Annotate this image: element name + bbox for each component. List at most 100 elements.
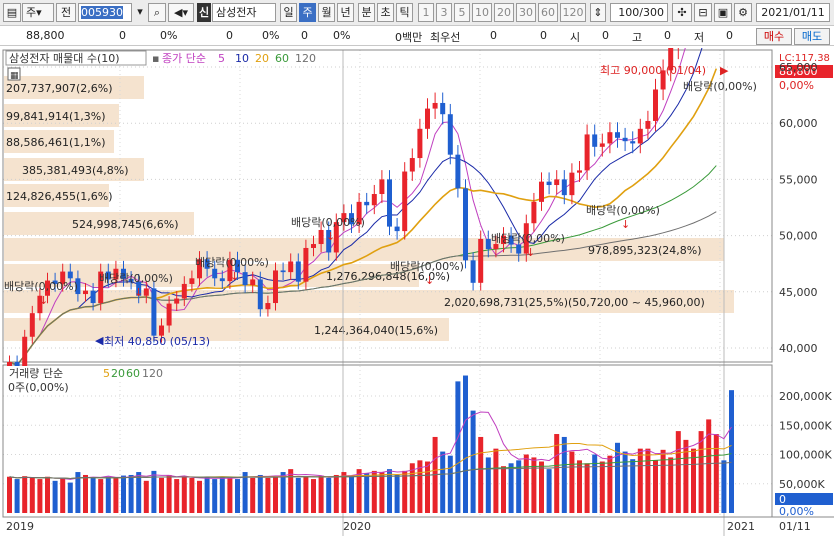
period-tick[interactable]: 틱 [396,3,413,22]
candle-body [394,226,400,232]
volume-bar [265,477,271,513]
period-day[interactable]: 일 [280,3,297,22]
candle-body [622,137,628,142]
volume-bar [197,480,202,513]
jeon-button[interactable]: 전 [56,3,76,22]
candle-body [554,179,560,186]
candle-body [371,194,377,206]
quote-field: 0 [119,29,126,42]
volume-profile-label: 524,998,745(6,6%) [72,218,179,231]
volume-bar [523,454,529,513]
speaker-icon[interactable]: ◀▾ [168,3,194,22]
type-select[interactable]: 주▾ [22,3,54,22]
candle-body [653,89,658,121]
date-input[interactable]: 2021/01/11 [756,3,830,22]
num-button[interactable]: 20 [494,3,514,22]
volume-bar [478,436,484,513]
period-second[interactable]: 초 [377,3,394,22]
volume-profile-label: 99,841,914(1,3%) [6,110,106,123]
volume-bar [45,476,50,513]
candle-body [151,288,157,336]
spin-icon[interactable]: ⇕ [590,3,606,22]
candle-body [257,279,263,310]
candle-body [364,201,370,206]
vma120-legend: 120 [142,367,163,380]
num-button[interactable]: 30 [516,3,536,22]
volume-profile-label: 385,381,493(4,8%) [22,164,129,177]
volume-bar [14,479,20,513]
num-button[interactable]: 5 [454,3,470,22]
current-volume-pct: 0,00% [779,505,814,518]
candle-body [265,303,271,310]
volume-bar [539,461,544,513]
candle-body [379,179,385,195]
high-value: 0 [664,29,671,42]
volume-bar [379,472,385,513]
code-input[interactable]: 005930 [78,3,132,22]
volume-bar [675,431,681,513]
settings-icon[interactable]: ⚙ [734,3,752,22]
candle-body [189,278,195,284]
num-button[interactable]: 60 [538,3,558,22]
dividend-arrow: ↓ [621,218,630,231]
quote-volume: 0백만 [395,31,423,44]
chart-area[interactable]: 207,737,907(2,6%) 99,841,914(1,3%) 88,586,… [0,0,834,536]
open-value: 0 [602,29,609,42]
buy-button[interactable]: 매수 [756,28,792,45]
volume-bar [280,472,286,513]
dividend-label: 배당락(0,00%) [683,80,757,93]
quote-field: 0% [333,29,351,42]
volume-info: 0주(0,00%) [8,381,69,394]
volume-bar [394,474,400,513]
cross-icon[interactable]: ✣ [672,3,692,22]
search-icon[interactable]: ⌕ [148,3,166,22]
bid-value: 0 [490,29,497,42]
num-button[interactable]: 10 [472,3,492,22]
period-minute[interactable]: 분 [358,3,375,22]
volume-bar [333,474,339,513]
volume-tick-label: 50,000K [779,478,825,491]
window-menu-icon[interactable]: ▤ [3,3,21,22]
volume-bar [257,474,263,513]
period-year[interactable]: 년 [337,3,354,22]
period-week[interactable]: 주 [299,3,316,22]
volume-bar [37,479,43,513]
ma-label: 종가 단순 [162,52,206,65]
num-button[interactable]: 3 [436,3,452,22]
ma20-legend: 20 [255,52,269,65]
volume-bar [159,477,164,513]
candle-body [440,102,446,115]
volume-bar [653,460,658,513]
volume-bar [121,475,126,513]
count-input[interactable]: 100/300 [610,3,668,22]
chart-icon[interactable]: ⊟ [694,3,712,22]
num-button[interactable]: 1 [418,3,434,22]
num-button[interactable]: 120 [560,3,586,22]
dividend-arrow: ↓ [134,286,143,299]
volume-bar [90,477,96,513]
candle-body [250,279,256,286]
volume-bar [22,476,28,513]
code-dropdown-icon[interactable]: ▾ [133,3,147,22]
volume-bar [52,480,58,513]
quote-field: 0% [262,29,280,42]
candle-body [470,260,476,283]
volume-bar [174,479,180,513]
ma10-legend: 10 [235,52,249,65]
volume-profile-label: 2,020,698,731(25,5%)(50,720,00 ~ 45,960,… [444,296,705,309]
chart-canvas[interactable]: 207,737,907(2,6%) 99,841,914(1,3%) 88,586,… [0,0,834,536]
price-tick-label: 60,000 [779,117,818,130]
candle-body [181,283,187,299]
period-month[interactable]: 월 [318,3,335,22]
volume-bar [250,477,256,513]
sell-button[interactable]: 매도 [794,28,830,45]
volume-bar [485,457,491,513]
candle-body [288,261,294,273]
dividend-label: 배당락(0,00%) [291,216,365,229]
volume-bar [7,476,12,513]
volume-bar [622,451,628,513]
volume-bar [637,448,643,513]
dividend-arrow: ↓ [230,270,239,283]
save-icon[interactable]: ▣ [714,3,732,22]
candle-body [615,132,620,138]
